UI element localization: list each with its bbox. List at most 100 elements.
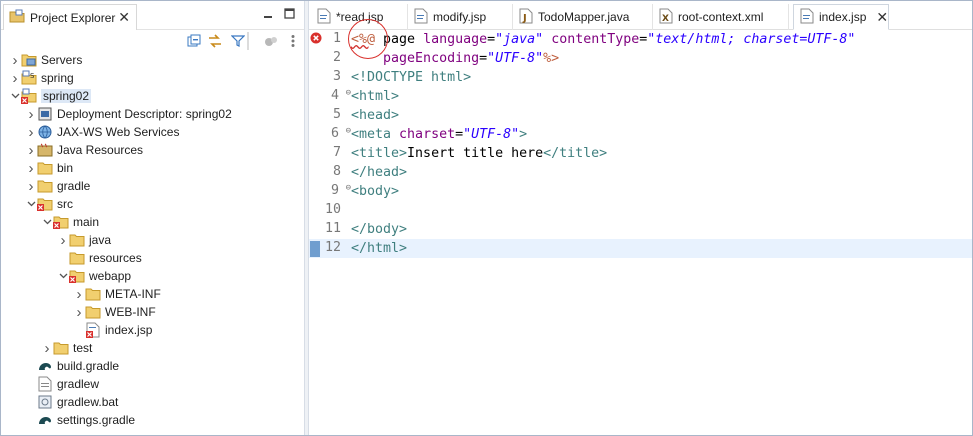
folder-icon: [37, 160, 53, 176]
tree-item-index-jsp[interactable]: index.jsp: [1, 321, 304, 339]
code-line-11: </body>: [351, 220, 972, 239]
tree-item-webapp[interactable]: webapp: [1, 267, 304, 285]
current-line-marker: [310, 241, 320, 257]
bat-file-icon: [37, 394, 53, 410]
tree-item-label: bin: [57, 161, 74, 175]
gutter-line-2: 2: [309, 49, 351, 68]
chevron-down-icon[interactable]: [57, 267, 69, 285]
tree-item-java[interactable]: › java: [1, 231, 304, 249]
tree-item-label: spring: [41, 71, 74, 85]
code-line-12: </html>: [351, 239, 972, 258]
tree-item-gradle[interactable]: › gradle: [1, 177, 304, 195]
gutter-line-10: 10: [309, 201, 351, 220]
error-marker-icon[interactable]: [310, 32, 322, 48]
code-line-4: <html>: [351, 87, 972, 106]
gutter-line-4: 4 ⊖: [309, 87, 351, 106]
doctype: <!DOCTYPE html>: [351, 70, 472, 85]
chevron-down-icon[interactable]: [9, 87, 21, 105]
link-with-editor-icon[interactable]: [207, 33, 223, 49]
text-file-icon: [37, 376, 53, 392]
tab-label: Project Explorer: [30, 10, 116, 25]
minimize-icon[interactable]: [263, 8, 273, 22]
tree-item-settings-gradle[interactable]: settings.gradle: [1, 411, 304, 429]
gutter-line-5: 5: [309, 106, 351, 125]
java-resources-icon: [37, 142, 53, 158]
focus-icon[interactable]: [263, 33, 279, 49]
filter-icon[interactable]: [230, 33, 246, 49]
chevron-right-icon[interactable]: ›: [25, 177, 37, 195]
equals-sign: =: [479, 51, 488, 66]
tree-item-spring02[interactable]: spring02: [1, 87, 304, 105]
tree-item-servers[interactable]: › Servers: [1, 51, 304, 69]
chevron-right-icon[interactable]: ›: [73, 303, 85, 321]
project-error-icon: [21, 88, 37, 104]
tag-meta-close: >: [519, 127, 528, 142]
code-line-8: </head>: [351, 163, 972, 182]
tree-item-bin[interactable]: › bin: [1, 159, 304, 177]
tree-item-label: settings.gradle: [57, 413, 136, 427]
jsp-file-icon: [414, 8, 428, 27]
tag-body-open: <body>: [351, 184, 400, 199]
tree-item-build-gradle[interactable]: build.gradle: [1, 357, 304, 375]
tab-modify-jsp[interactable]: modify.jsp: [408, 4, 513, 30]
chevron-down-icon[interactable]: [41, 213, 53, 231]
gutter-line-11: 11: [309, 220, 351, 239]
tree-item-test[interactable]: › test: [1, 339, 304, 357]
attr-content-type: contentType: [551, 32, 640, 47]
explorer-tab-bar: Project Explorer ✕: [1, 1, 304, 30]
close-icon[interactable]: ✕: [876, 9, 888, 26]
close-icon[interactable]: ✕: [118, 9, 130, 26]
chevron-right-icon[interactable]: ›: [25, 141, 37, 159]
code-line-9: <body>: [351, 182, 972, 201]
tab-todomapper-java[interactable]: J TodoMapper.java: [513, 4, 653, 30]
project-explorer-icon: [9, 8, 25, 27]
tree-item-jax-ws-web-services[interactable]: › JAX-WS Web Services: [1, 123, 304, 141]
gradle-icon: [37, 358, 53, 374]
tree-item-src[interactable]: src: [1, 195, 304, 213]
chevron-right-icon[interactable]: ›: [57, 231, 69, 249]
tree-item-java-resources[interactable]: › Java Resources: [1, 141, 304, 159]
tab-root-context-xml[interactable]: X root-context.xml: [653, 4, 789, 30]
collapse-all-icon[interactable]: [186, 33, 202, 49]
tree-item-main[interactable]: main: [1, 213, 304, 231]
chevron-right-icon[interactable]: ›: [25, 123, 37, 141]
chevron-right-icon[interactable]: ›: [25, 159, 37, 177]
code-line-2: pageEncoding = "UTF-8" %>: [351, 49, 972, 68]
tree-item-web-inf[interactable]: › WEB-INF: [1, 303, 304, 321]
chevron-right-icon[interactable]: ›: [9, 69, 21, 87]
chevron-down-icon[interactable]: [25, 195, 37, 213]
tree-item-spring[interactable]: › Sspring: [1, 69, 304, 87]
explorer-toolbar: [1, 30, 304, 52]
gutter-line-3: 3: [309, 68, 351, 87]
tab-index-jsp[interactable]: index.jsp ✕: [793, 4, 889, 30]
line-number: 2: [332, 50, 341, 65]
tab-label: root-context.xml: [678, 10, 764, 24]
tree-item-resources[interactable]: resources: [1, 249, 304, 267]
code-editor[interactable]: <%@ page language = "java" contentType = "te…: [348, 19, 972, 435]
code-line-5: <head>: [351, 106, 972, 125]
svg-text:X: X: [662, 14, 669, 24]
svg-text:J: J: [522, 13, 527, 24]
tree-item-gradlew[interactable]: gradlew: [1, 375, 304, 393]
chevron-right-icon[interactable]: ›: [25, 105, 37, 123]
tree-item-meta-inf[interactable]: › META-INF: [1, 285, 304, 303]
chevron-right-icon[interactable]: ›: [73, 285, 85, 303]
tab-label: modify.jsp: [433, 10, 487, 24]
tag-meta-open: <meta: [351, 127, 392, 142]
tree-item-label: main: [73, 215, 100, 229]
view-menu-icon[interactable]: [285, 33, 301, 49]
tree-item-label: index.jsp: [105, 323, 153, 337]
xml-file-icon: X: [659, 8, 673, 27]
tree-item-gradlew-bat[interactable]: gradlew.bat: [1, 393, 304, 411]
chevron-right-icon[interactable]: ›: [9, 51, 21, 69]
tree-item-label: gradlew.bat: [57, 395, 119, 409]
chevron-right-icon[interactable]: ›: [41, 339, 53, 357]
maximize-icon[interactable]: [284, 8, 295, 22]
line-number-gutter[interactable]: 1 2 3 4 ⊖ 5 6 ⊖ 7 8 9 ⊖ 10 11 12: [309, 30, 351, 435]
tab-project-explorer[interactable]: Project Explorer ✕: [3, 4, 137, 30]
tree-item-label: build.gradle: [57, 359, 120, 373]
tree-item-deployment-descriptor-spring02[interactable]: › Deployment Descriptor: spring02: [1, 105, 304, 123]
